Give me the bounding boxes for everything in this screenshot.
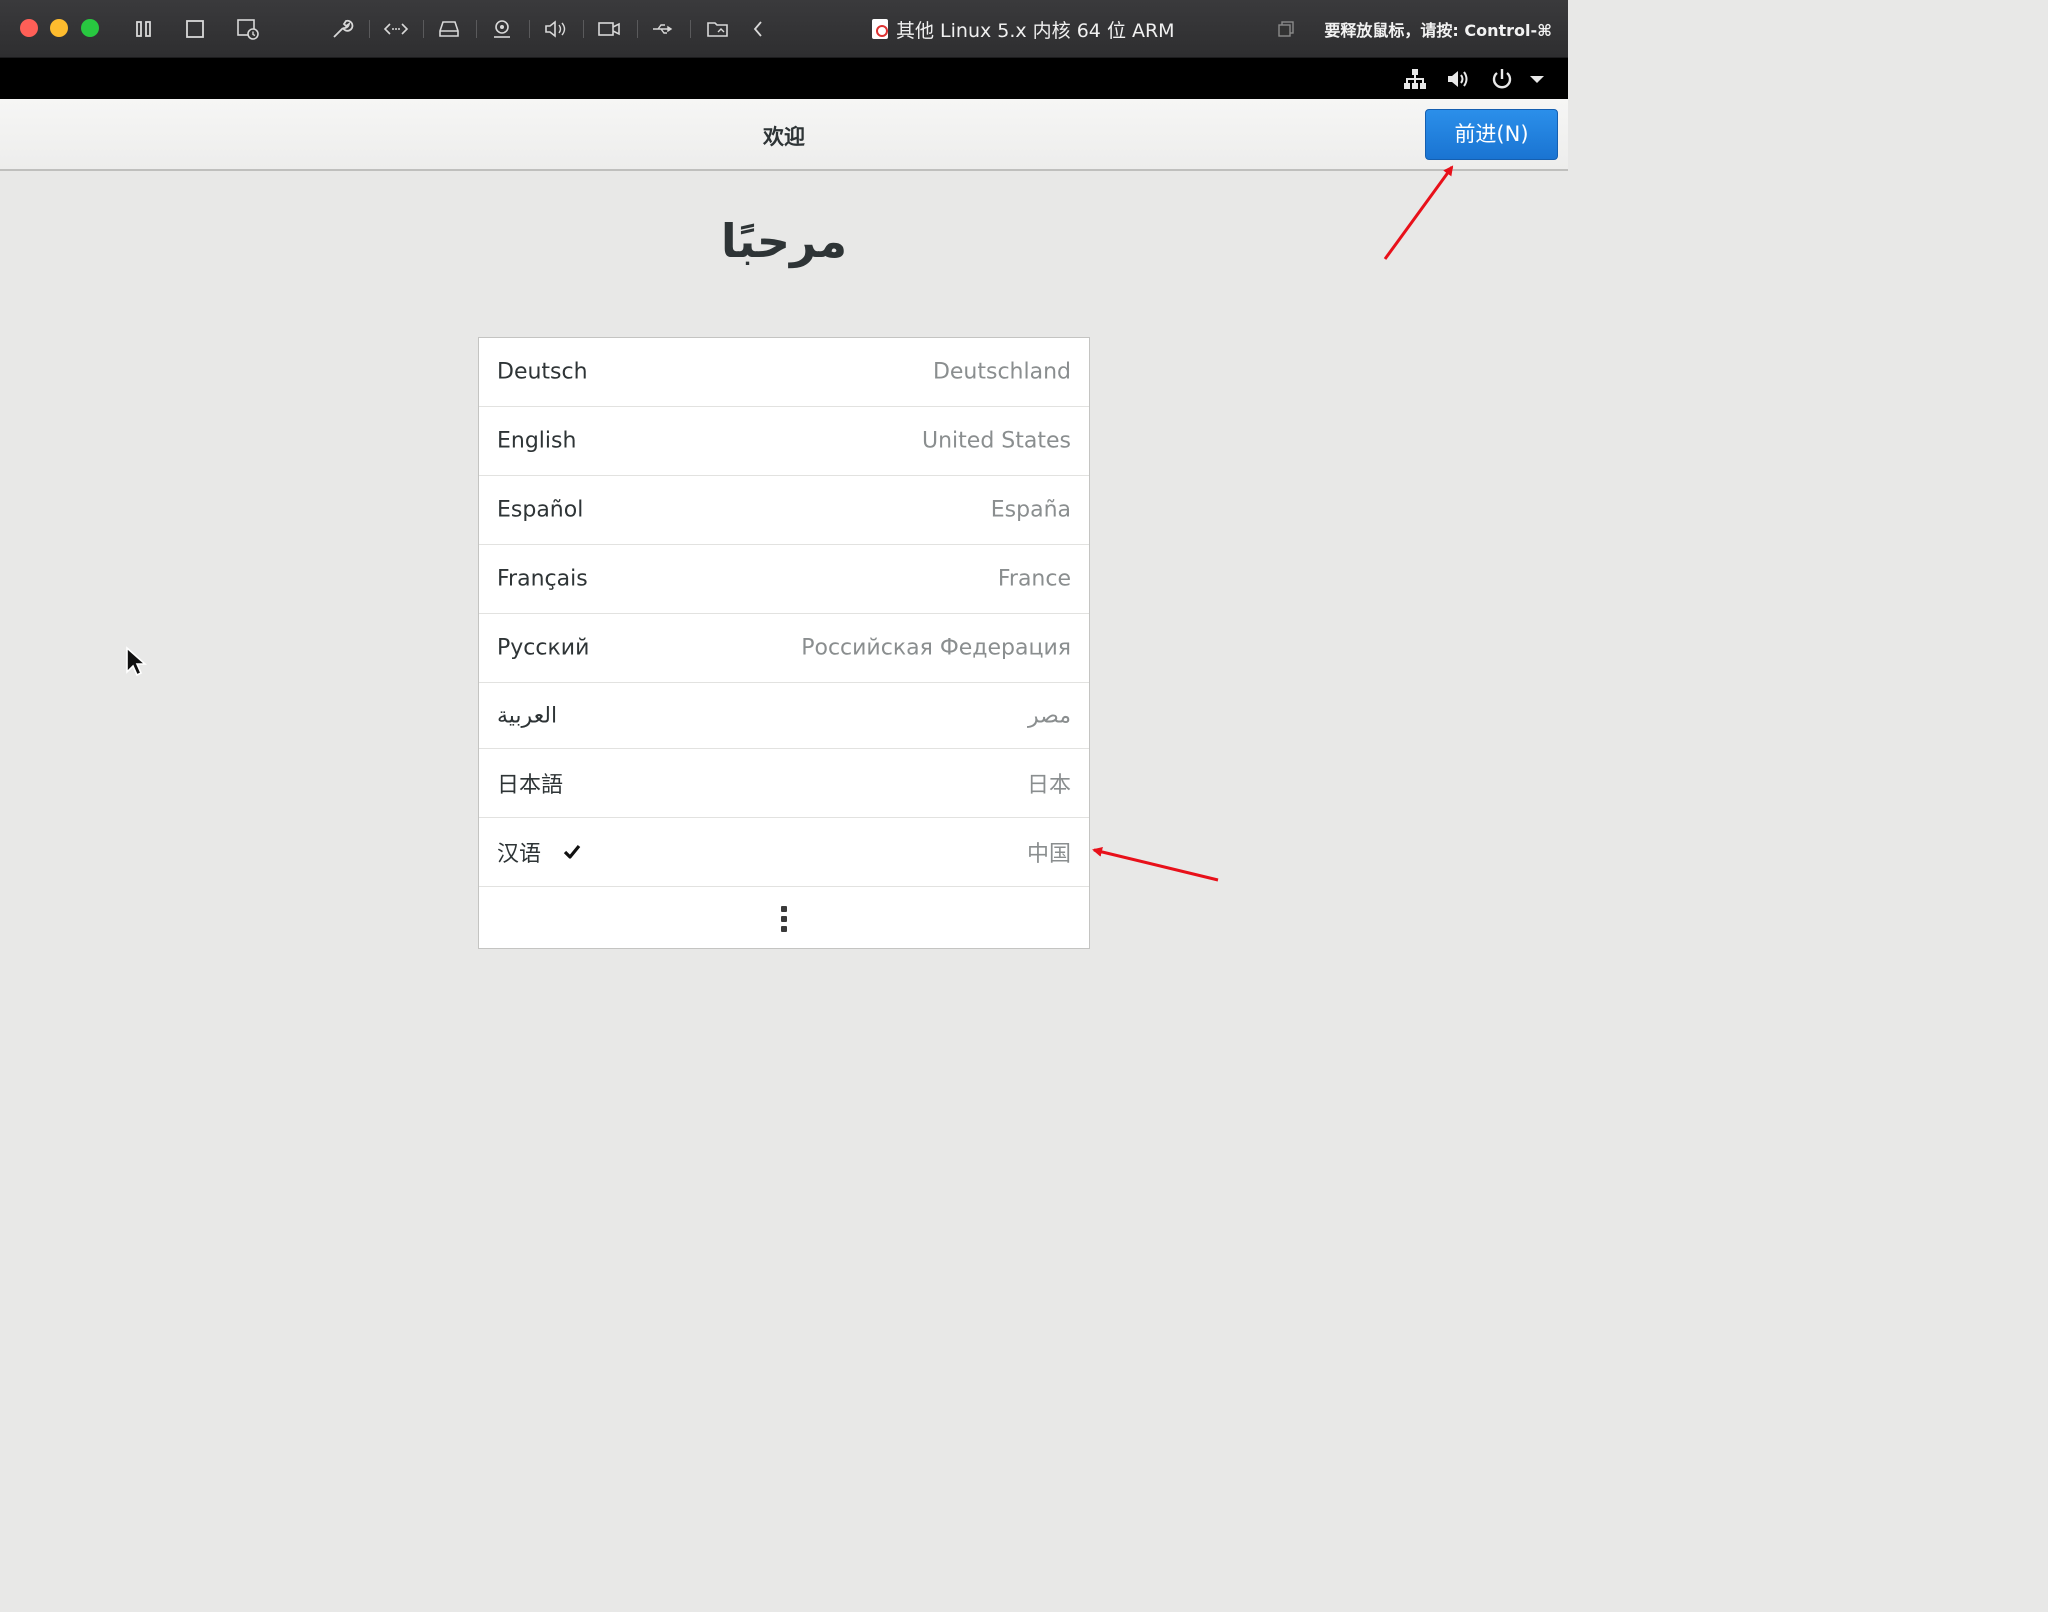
shared-folder-icon[interactable] — [704, 15, 732, 43]
language-name: 日本語 — [497, 773, 564, 798]
guest-top-panel — [0, 58, 1568, 99]
language-name: Español — [497, 497, 584, 523]
back-chevron-icon[interactable] — [745, 15, 773, 43]
settings-wrench-icon[interactable] — [328, 15, 356, 43]
header-bar: 欢迎 前进(N) — [0, 99, 1568, 171]
language-name: العربية — [497, 703, 558, 728]
pause-icon[interactable] — [130, 15, 158, 43]
language-name: English — [497, 428, 577, 454]
language-region: Российская Федерация — [801, 635, 1071, 661]
volume-icon[interactable] — [1445, 66, 1471, 92]
language-name: Русский — [497, 635, 590, 661]
language-row-english[interactable]: English United States — [479, 407, 1089, 476]
vm-window-titlebar: 其他 Linux 5.x 内核 64 位 ARM 要释放鼠标，请按: Contr… — [0, 0, 1568, 58]
language-row-russian[interactable]: Русский Российская Федерация — [479, 614, 1089, 683]
usb-icon[interactable] — [649, 15, 677, 43]
language-region: Deutschland — [932, 359, 1071, 385]
language-row-deutsch[interactable]: Deutsch Deutschland — [479, 338, 1089, 407]
checkmark-icon — [563, 844, 581, 859]
minimize-window-button[interactable] — [50, 19, 68, 37]
sound-icon[interactable] — [541, 15, 569, 43]
language-region: مصر — [1027, 703, 1071, 728]
copy-icon[interactable] — [1276, 19, 1296, 39]
language-row-arabic[interactable]: العربية مصر — [479, 683, 1089, 749]
snapshot-icon[interactable] — [234, 15, 262, 43]
language-row-japanese[interactable]: 日本語 日本 — [479, 749, 1089, 818]
language-region: 日本 — [1026, 773, 1071, 798]
language-name: 汉语 — [497, 842, 542, 867]
language-region: 中国 — [1026, 842, 1071, 867]
camera-icon[interactable] — [488, 15, 516, 43]
language-row-chinese[interactable]: 汉语 中国 — [479, 818, 1089, 887]
language-region: España — [990, 497, 1071, 523]
dropdown-arrow-icon[interactable] — [1524, 66, 1550, 92]
stop-icon[interactable] — [181, 15, 209, 43]
video-icon[interactable] — [595, 15, 623, 43]
language-region: United States — [922, 428, 1071, 454]
more-languages-row[interactable] — [479, 887, 1089, 949]
next-button[interactable]: 前进(N) — [1425, 109, 1558, 160]
vm-window-title: 其他 Linux 5.x 内核 64 位 ARM — [872, 15, 1175, 43]
network-arrows-icon[interactable] — [382, 15, 410, 43]
language-name: Français — [497, 566, 588, 592]
language-row-espanol[interactable]: Español España — [479, 476, 1089, 545]
more-vertical-icon[interactable] — [780, 906, 788, 932]
release-mouse-hint: 要释放鼠标，请按: Control-⌘ — [1324, 21, 1552, 40]
language-row-francais[interactable]: Français France — [479, 545, 1089, 614]
annotation-arrow-chinese — [1092, 847, 1219, 882]
network-icon[interactable] — [1402, 66, 1428, 92]
mouse-cursor-icon — [126, 646, 147, 677]
language-name: Deutsch — [497, 359, 588, 385]
power-icon[interactable] — [1489, 66, 1515, 92]
language-region: France — [997, 566, 1071, 592]
disk-icon[interactable] — [435, 15, 463, 43]
page-title: 欢迎 — [763, 125, 805, 149]
zoom-window-button[interactable] — [81, 19, 99, 37]
close-window-button[interactable] — [20, 19, 38, 37]
language-list: Deutsch Deutschland English United State… — [478, 337, 1090, 949]
welcome-greeting: مرحبًا — [720, 214, 848, 268]
document-icon — [872, 19, 888, 39]
vm-title-text: 其他 Linux 5.x 内核 64 位 ARM — [896, 19, 1175, 42]
